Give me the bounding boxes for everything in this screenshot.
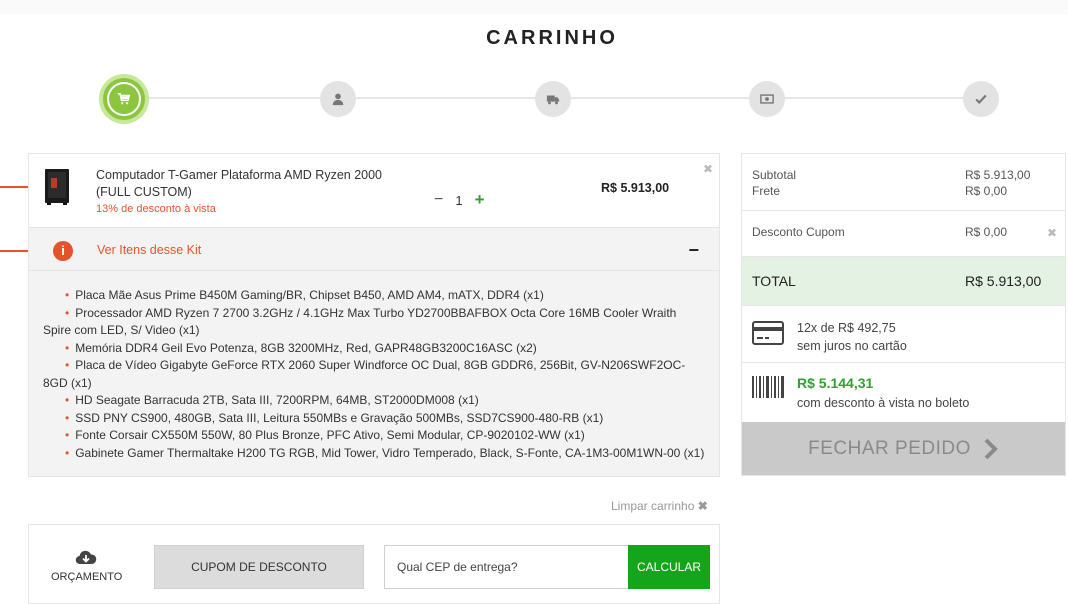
barcode-icon [752,376,784,398]
quantity-stepper: − 1 + [434,190,485,210]
collapse-icon[interactable]: − [688,240,699,261]
cart-actions-panel: ORÇAMENTO CUPOM DE DESCONTO CALCULAR [28,524,720,604]
step-cart[interactable] [99,74,149,124]
shipping-label: Frete [752,184,781,198]
coupon-discount-value: R$ 0,00 [965,225,1008,239]
product-thumbnail [45,169,69,205]
bullet-icon: • [65,305,70,320]
cart-item: Computador T-Gamer Plataforma AMD Ryzen … [29,154,719,227]
budget-label: ORÇAMENTO [51,571,123,583]
check-icon [975,94,987,105]
list-item: • Gabinete Gamer Thermaltake H200 TG RGB,… [65,445,705,460]
list-item: • Placa de Vídeo Gigabyte GeForce RTX 206… [43,358,686,390]
step-confirmation[interactable] [963,81,999,117]
calculate-shipping-button[interactable]: CALCULAR [628,545,710,589]
step-shipping[interactable] [535,81,571,117]
discount-note: 13% de desconto à vista [96,203,216,215]
coupon-button[interactable]: CUPOM DE DESCONTO [154,545,364,589]
step-payment[interactable] [749,81,785,117]
list-item: • HD Seagate Barracuda 2TB, Sata III, 720… [65,393,479,407]
total-row: TOTAL R$ 5.913,00 [752,273,1055,289]
total-label: TOTAL [752,273,796,289]
subtotal-value: R$ 5.913,00 [965,168,1031,182]
kit-toggle-bar[interactable]: i Ver Itens desse Kit − [29,227,719,271]
bullet-icon: • [65,428,70,442]
bullet-icon: • [65,393,70,407]
chevron-right-icon [984,438,998,459]
installments-block: 12x de R$ 492,75 sem juros no cartão [742,306,1065,363]
cart-icon [117,92,131,105]
list-item: • Processador AMD Ryzen 7 2700 3.2GHz / 4… [43,305,677,338]
subtotal-block: Subtotal R$ 5.913,00 Frete R$ 0,00 [742,154,1065,211]
cep-input[interactable] [384,545,629,589]
info-icon: i [53,241,73,261]
kit-items-list: • Placa Mãe Asus Prime B450M Gaming/BR, C… [29,271,719,476]
money-icon [760,94,774,104]
clear-cart-icon[interactable]: ✖ [698,499,708,513]
order-summary: Subtotal R$ 5.913,00 Frete R$ 0,00 Desco… [741,153,1066,476]
truck-icon [546,95,560,105]
list-item: • Memória DDR4 Geil Evo Potenza, 8GB 3200… [65,340,537,355]
quantity-value: 1 [455,192,463,208]
clear-cart-label[interactable]: Limpar carrinho [611,499,694,513]
installments-line: 12x de R$ 492,75 [797,321,896,335]
checkout-button[interactable]: FECHAR PEDIDO [742,422,1065,475]
boleto-price: R$ 5.144,31 [797,375,874,391]
coupon-discount-label: Desconto Cupom [752,225,845,239]
bullet-icon: • [65,445,70,460]
user-icon [332,93,344,106]
budget-button[interactable]: ORÇAMENTO [51,549,123,583]
bullet-icon: • [65,340,70,355]
top-band [0,0,1068,14]
decrease-quantity-button[interactable]: − [434,191,443,209]
list-item: • Fonte Corsair CX550M 550W, 80 Plus Bron… [65,428,585,442]
credit-card-icon [752,321,784,345]
remove-item-icon[interactable]: ✖ [703,162,713,176]
clear-cart-link[interactable]: Limpar carrinho ✖ [611,499,708,513]
leader-line [0,186,30,188]
item-price: R$ 5.913,00 [601,181,670,195]
product-name[interactable]: Computador T-Gamer Plataforma AMD Ryzen … [96,167,386,217]
checkout-label: FECHAR PEDIDO [808,437,971,459]
bullet-icon: • [65,288,70,302]
subtotal-label: Subtotal [752,168,797,182]
increase-quantity-button[interactable]: + [475,190,485,210]
list-item: • Placa Mãe Asus Prime B450M Gaming/BR, C… [65,288,544,302]
page-title: CARRINHO [486,27,618,49]
remove-coupon-icon[interactable]: ✖ [1047,226,1057,240]
kit-toggle-label[interactable]: Ver Itens desse Kit [97,243,201,257]
cart-panel: Computador T-Gamer Plataforma AMD Ryzen … [28,153,720,477]
coupon-discount-block: Desconto Cupom R$ 0,00 ✖ [742,211,1065,257]
bullet-icon: • [65,410,70,425]
total-value: R$ 5.913,00 [965,273,1042,289]
shipping-row: Frete R$ 0,00 [752,184,1055,198]
boleto-note: com desconto à vista no boleto [797,396,970,410]
coupon-discount-row: Desconto Cupom R$ 0,00 [752,225,1055,239]
cloud-download-icon [75,550,97,565]
step-identification[interactable] [320,81,356,117]
list-item: • SSD PNY CS900, 480GB, Sata III, Leitura… [65,410,604,425]
bullet-icon: • [65,358,70,372]
shipping-value: R$ 0,00 [965,184,1008,198]
installments-note: sem juros no cartão [797,339,907,353]
subtotal-row: Subtotal R$ 5.913,00 [752,168,1055,182]
total-block: TOTAL R$ 5.913,00 [742,257,1065,306]
installments-text: 12x de R$ 492,75 sem juros no cartão [797,319,907,355]
boleto-block: R$ 5.144,31 com desconto à vista no bole… [742,363,1065,422]
